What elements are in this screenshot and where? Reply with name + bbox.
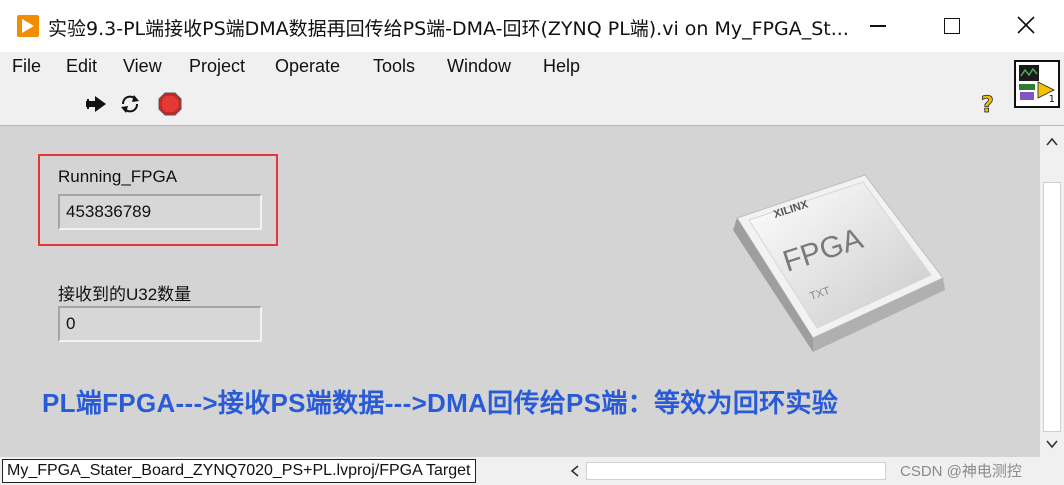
running-fpga-indicator[interactable]: 453836789 — [58, 194, 262, 230]
u32-count-label: 接收到的U32数量 — [58, 285, 192, 304]
running-fpga-label: Running_FPGA — [58, 167, 178, 186]
horizontal-scroll-thumb[interactable] — [586, 462, 886, 480]
menu-window[interactable]: Window — [447, 56, 511, 77]
minimize-button[interactable] — [860, 10, 896, 42]
vi-connector-icon[interactable]: 1 — [1014, 60, 1060, 108]
toolbar: ? — [0, 82, 1006, 126]
abort-stop-icon[interactable] — [158, 92, 182, 116]
title-bar: 实验9.3-PL端接收PS端DMA数据再回传给PS端-DMA-回环(ZYNQ P… — [0, 0, 1064, 53]
menu-help[interactable]: Help — [543, 56, 580, 77]
vertical-scroll-thumb[interactable] — [1043, 182, 1061, 432]
close-button[interactable] — [1008, 10, 1044, 42]
window-title: 实验9.3-PL端接收PS端DMA数据再回传给PS端-DMA-回环(ZYNQ P… — [48, 18, 848, 40]
vertical-scrollbar[interactable] — [1040, 126, 1064, 457]
menu-operate[interactable]: Operate — [275, 56, 340, 77]
svg-text:?: ? — [981, 93, 994, 116]
menu-tools[interactable]: Tools — [373, 56, 415, 77]
menu-file[interactable]: File — [12, 56, 41, 77]
run-arrow-icon[interactable] — [84, 92, 108, 116]
menu-edit[interactable]: Edit — [66, 56, 97, 77]
vi-icon-number: 1 — [1048, 94, 1055, 105]
scroll-down-icon[interactable] — [1045, 436, 1059, 450]
menu-bar: File Edit View Project Operate Tools Win… — [0, 52, 1006, 82]
scroll-up-icon[interactable] — [1045, 134, 1059, 148]
watermark: CSDN @神电测控 — [900, 463, 1022, 480]
fpga-chip-image: XILINX FPGA TXT — [715, 160, 965, 360]
menu-project[interactable]: Project — [189, 56, 245, 77]
run-continuously-icon[interactable] — [118, 92, 142, 116]
scroll-left-icon[interactable] — [568, 463, 582, 477]
banner-text: PL端FPGA--->接收PS端数据--->DMA回传给PS端：等效为回环实验 — [42, 388, 839, 418]
maximize-button[interactable] — [934, 10, 970, 42]
labview-vi-icon[interactable] — [17, 15, 39, 37]
status-bar: My_FPGA_Stater_Board_ZYNQ7020_PS+PL.lvpr… — [0, 457, 1064, 485]
vi-icon-panel: 1 — [1006, 52, 1064, 126]
menu-view[interactable]: View — [123, 56, 162, 77]
u32-count-indicator[interactable]: 0 — [58, 306, 262, 342]
context-help-icon[interactable]: ? — [978, 92, 1002, 119]
project-target-path[interactable]: My_FPGA_Stater_Board_ZYNQ7020_PS+PL.lvpr… — [2, 459, 476, 483]
